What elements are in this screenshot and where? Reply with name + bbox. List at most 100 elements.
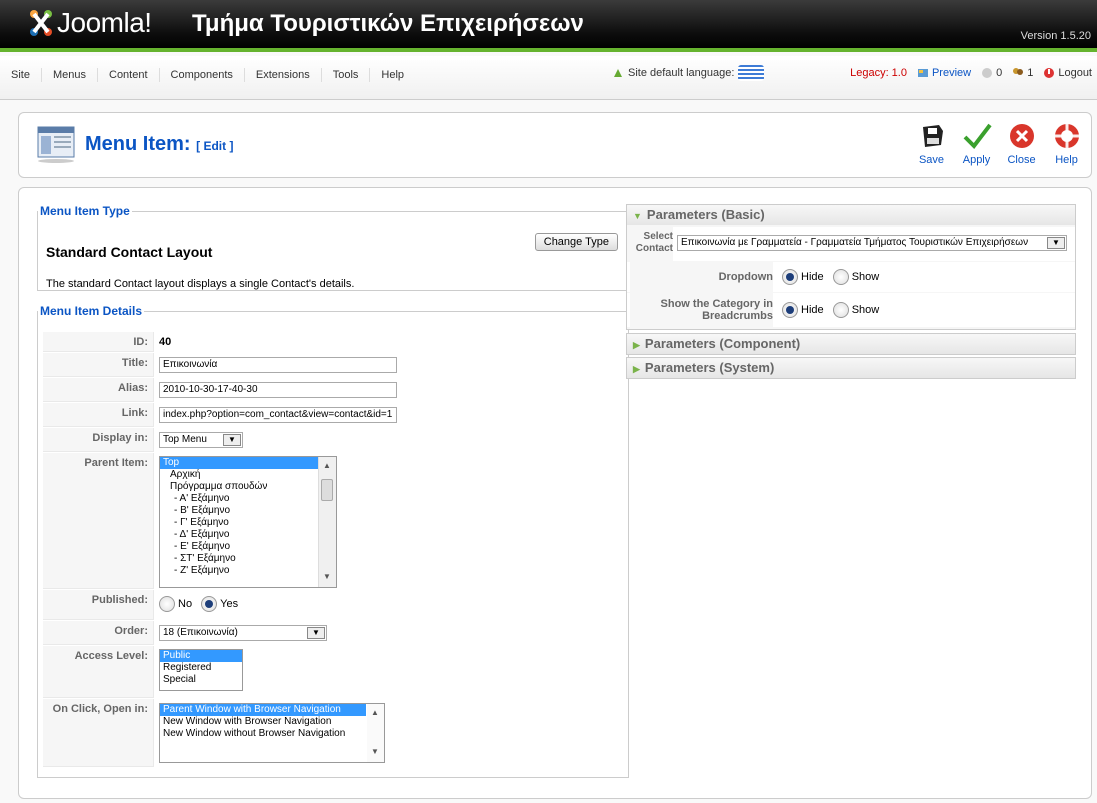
access-row: Access Level: Public Registered Special <box>43 646 623 698</box>
show-category-label: Show the Category in Breadcrumbs <box>630 293 773 327</box>
list-item[interactable]: Αρχική <box>160 469 336 481</box>
scroll-up-icon[interactable]: ▲ <box>371 708 379 717</box>
published-yes-label: Yes <box>220 598 239 610</box>
dropdown-radios: Hide Show <box>782 269 885 285</box>
published-row: Published: No Yes <box>43 590 623 620</box>
order-select[interactable]: 18 (Επικοινωνία) ▼ <box>159 625 327 641</box>
change-type-button[interactable]: Change Type <box>534 233 618 251</box>
list-item[interactable]: Registered <box>160 662 242 674</box>
list-item[interactable]: Top <box>160 457 336 469</box>
parameters-component-header[interactable]: ▶ Parameters (Component) <box>627 334 1075 354</box>
dropdown-row: Dropdown Hide Show <box>627 262 1075 292</box>
users-icon <box>1013 68 1024 76</box>
joomla-logo-text: Joomla! <box>57 7 152 38</box>
scroll-thumb[interactable] <box>321 479 333 501</box>
list-item[interactable]: Πρόγραμμα σπουδών <box>160 481 336 493</box>
save-button[interactable]: Save <box>909 121 954 166</box>
dropdown-show-radio[interactable] <box>832 269 849 285</box>
site-language: Site default language: <box>612 65 765 81</box>
parameters-component-panel: ▶ Parameters (Component) <box>626 333 1076 355</box>
menu-site[interactable]: Site <box>0 68 42 82</box>
show-category-row: Show the Category in Breadcrumbs Hide Sh… <box>627 293 1075 327</box>
preview-link[interactable]: Preview <box>917 67 971 79</box>
title-input[interactable]: Επικοινωνία <box>159 357 397 373</box>
page-title: Menu Item: [ Edit ] <box>85 133 234 155</box>
users-online[interactable]: 1 <box>1012 67 1033 79</box>
id-value: 40 <box>159 336 172 348</box>
language-icon <box>614 69 622 77</box>
alias-input[interactable]: 2010-10-30-17-40-30 <box>159 382 397 398</box>
parameters-basic-panel: ▼ Parameters (Basic) Select Contact Επικο… <box>626 204 1076 330</box>
list-item[interactable]: - Α' Εξάμηνο <box>160 493 336 505</box>
menu-tools[interactable]: Tools <box>322 68 371 82</box>
link-label: Link: <box>43 403 154 427</box>
legacy-status: Legacy: 1.0 <box>850 67 907 80</box>
triangle-down-icon: ▼ <box>633 211 642 221</box>
category-hide-radio[interactable] <box>782 302 798 318</box>
menu-help[interactable]: Help <box>370 68 415 82</box>
parameters-system-header[interactable]: ▶ Parameters (System) <box>627 358 1075 378</box>
item-type-title: Standard Contact Layout <box>46 244 213 260</box>
greek-flag-icon[interactable] <box>738 65 765 81</box>
menu-content[interactable]: Content <box>98 68 160 82</box>
id-label: ID: <box>43 332 154 352</box>
menu-item-type-fieldset: Menu Item Type Standard Contact Layout T… <box>37 204 629 291</box>
access-label: Access Level: <box>43 646 154 698</box>
scroll-down-icon[interactable]: ▼ <box>371 747 379 756</box>
display-row: Display in: Top Menu ▼ <box>43 428 623 452</box>
order-label: Order: <box>43 621 154 645</box>
dropdown-hide-radio[interactable] <box>782 269 798 285</box>
alias-label: Alias: <box>43 378 154 402</box>
list-item[interactable]: Special <box>160 674 242 686</box>
list-item[interactable]: - Β' Εξάμηνο <box>160 505 336 517</box>
check-icon <box>963 123 992 150</box>
admin-menubar: Site Menus Content Components Extensions… <box>0 56 1097 100</box>
published-radios: No Yes <box>159 596 244 612</box>
logout-link[interactable]: Logout <box>1043 67 1092 79</box>
published-yes-radio[interactable] <box>201 596 218 612</box>
list-item[interactable]: - ΣΤ' Εξάμηνο <box>160 553 336 565</box>
status-bar: Legacy: 1.0 Preview 0 1 Logout <box>850 67 1092 79</box>
save-icon <box>922 125 943 147</box>
onclick-label: On Click, Open in: <box>43 699 154 767</box>
link-input[interactable]: index.php?option=com_contact&view=contac… <box>159 407 397 423</box>
close-icon <box>1009 124 1034 148</box>
access-level-listbox[interactable]: Public Registered Special <box>159 649 243 691</box>
select-contact-row: Select Contact Επικοινωνία με Γραμματεία… <box>627 227 1075 261</box>
scroll-down-icon[interactable]: ▼ <box>323 572 331 581</box>
messages-count[interactable]: 0 <box>981 67 1002 79</box>
parent-item-listbox[interactable]: Top Αρχική Πρόγραμμα σπουδών - Α' Εξάμην… <box>159 456 337 588</box>
menu-menus[interactable]: Menus <box>42 68 98 82</box>
item-type-description: The standard Contact layout displays a s… <box>46 278 355 290</box>
close-button[interactable]: Close <box>999 121 1044 166</box>
site-language-label: Site default language: <box>628 67 735 79</box>
published-label: Published: <box>43 590 154 620</box>
menu-item-details-legend: Menu Item Details <box>40 304 143 318</box>
menu-extensions[interactable]: Extensions <box>245 68 322 82</box>
logout-icon <box>1044 68 1055 79</box>
list-item[interactable]: - Ε' Εξάμηνο <box>160 541 336 553</box>
apply-button[interactable]: Apply <box>954 121 999 166</box>
scrollbar[interactable]: ▲ ▼ <box>318 457 336 587</box>
list-item[interactable]: Parent Window with Browser Navigation <box>160 704 366 716</box>
main-menu: Site Menus Content Components Extensions… <box>0 68 415 82</box>
list-item[interactable]: New Window without Browser Navigation <box>160 728 384 740</box>
dropdown-label: Dropdown <box>630 262 773 292</box>
list-item[interactable]: - Γ' Εξάμηνο <box>160 517 336 529</box>
version-label: Version 1.5.20 <box>1020 30 1091 42</box>
list-item[interactable]: Public <box>160 650 242 662</box>
category-show-radio[interactable] <box>832 302 849 318</box>
published-no-radio[interactable] <box>159 596 175 612</box>
menu-components[interactable]: Components <box>160 68 245 82</box>
list-item[interactable]: - Δ' Εξάμηνο <box>160 529 336 541</box>
scrollbar[interactable]: ▲ ▼ <box>367 704 384 762</box>
parameters-basic-header[interactable]: ▼ Parameters (Basic) <box>627 205 1075 225</box>
published-no-label: No <box>178 598 193 610</box>
help-button[interactable]: Help <box>1044 121 1089 166</box>
display-in-select[interactable]: Top Menu ▼ <box>159 432 243 448</box>
scroll-up-icon[interactable]: ▲ <box>323 461 331 470</box>
onclick-listbox[interactable]: Parent Window with Browser Navigation Ne… <box>159 703 385 763</box>
list-item[interactable]: - Ζ' Εξάμηνο <box>160 565 336 577</box>
list-item[interactable]: New Window with Browser Navigation <box>160 716 384 728</box>
contact-select[interactable]: Επικοινωνία με Γραμματεία - Γραμματεία Τ… <box>677 235 1067 251</box>
